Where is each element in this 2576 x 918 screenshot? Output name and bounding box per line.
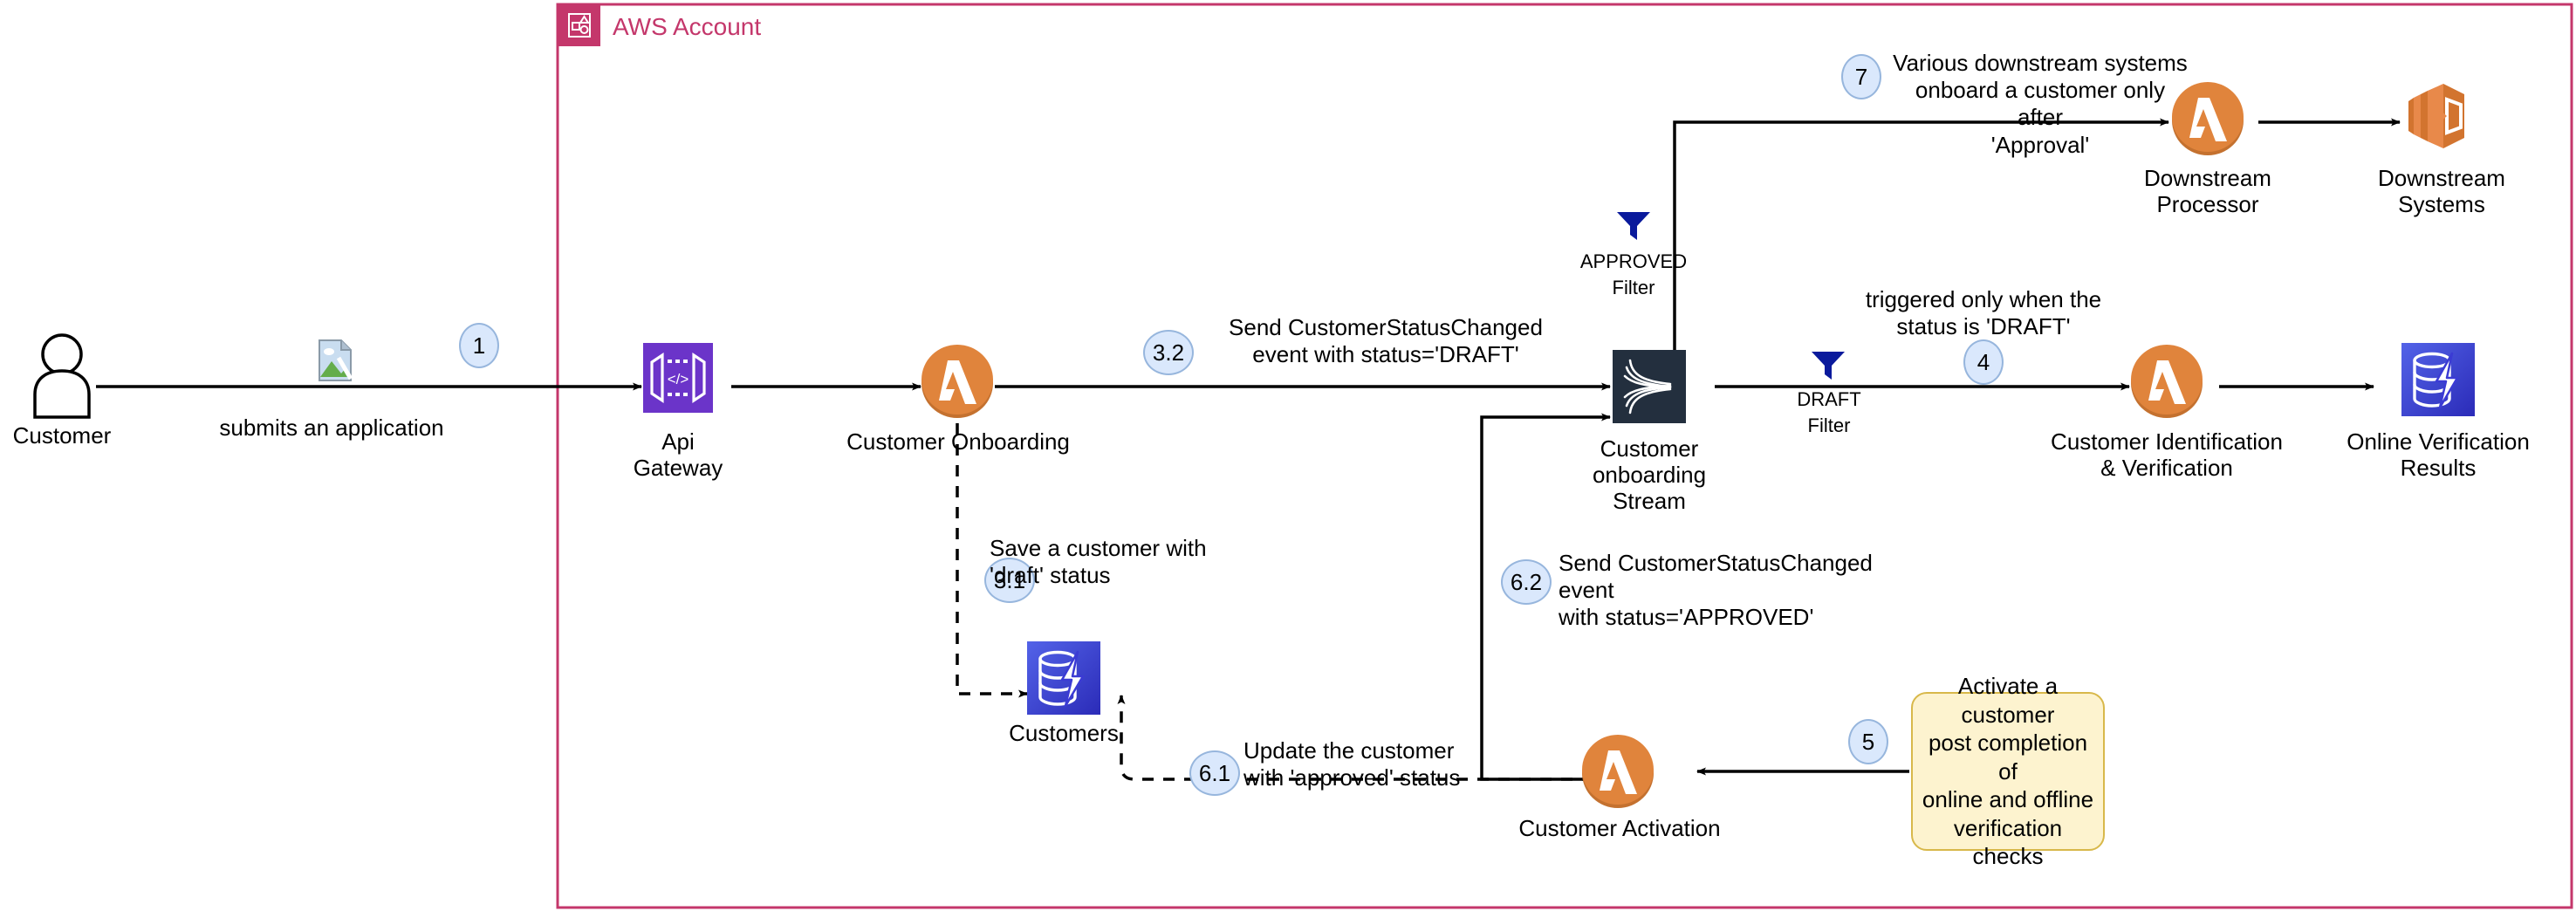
send-draft-event-label: Send CustomerStatusChanged event with st… — [1229, 314, 1543, 368]
aws-account-icon — [558, 4, 600, 46]
draft-filter-label: DRAFT Filter — [1797, 388, 1861, 436]
downstream-onboard-label: Various downstream systems onboard a cus… — [1893, 50, 2188, 158]
draft-trigger-label: triggered only when the status is 'DRAFT… — [1865, 286, 2102, 340]
customer-identification-label: Customer Identification & Verification — [2051, 428, 2283, 481]
step-badge-1: 1 — [459, 323, 499, 368]
funnel-filter-icon-draft — [1809, 349, 1847, 387]
api-gateway-icon: </> — [643, 343, 713, 417]
architecture-diagram-canvas: AWS Account Customer submits an applicat… — [0, 0, 2576, 918]
lambda-icon-customer-onboarding — [919, 343, 996, 424]
online-verification-results-label: Online Verification Results — [2346, 428, 2530, 481]
submits-application-label: submits an application — [219, 414, 444, 441]
downstream-systems-label: Downstream Systems — [2378, 165, 2505, 217]
step-badge-7: 7 — [1841, 54, 1881, 99]
aws-service-cube-icon — [2401, 80, 2482, 161]
dynamodb-icon-online-verification — [2401, 343, 2475, 421]
aws-account-title: AWS Account — [613, 13, 762, 40]
funnel-filter-icon-approved — [1614, 209, 1653, 247]
downstream-processor-label: Downstream Processor — [2144, 165, 2271, 217]
actor-person-icon — [26, 332, 98, 423]
lambda-icon-customer-activation — [1579, 733, 1656, 814]
lambda-icon-customer-identification — [2128, 343, 2205, 424]
customer-label: Customer — [12, 422, 112, 449]
approved-filter-label: APPROVED Filter — [1579, 250, 1688, 298]
step-badge-3-2: 3.2 — [1143, 330, 1194, 375]
onboarding-stream-label: Customer onboarding Stream — [1592, 435, 1707, 514]
dynamodb-icon-customers — [1027, 641, 1100, 719]
api-gateway-label: Api Gateway — [633, 428, 723, 481]
send-approved-event-label: Send CustomerStatusChanged event with st… — [1559, 550, 1873, 631]
customer-onboarding-label: Customer Onboarding — [846, 428, 1070, 455]
customers-label: Customers — [1009, 720, 1119, 746]
kinesis-stream-icon — [1613, 350, 1686, 428]
step-badge-4: 4 — [1963, 339, 2004, 385]
step-badge-6-1: 6.1 — [1189, 750, 1240, 796]
update-approved-label: Update the customer with 'approved' stat… — [1243, 737, 1461, 791]
activation-note: Activate a customer post completion of o… — [1911, 673, 2105, 869]
svg-text:</>: </> — [668, 371, 689, 387]
step-badge-5: 5 — [1848, 719, 1888, 764]
customer-activation-label: Customer Activation — [1518, 815, 1721, 841]
lambda-icon-downstream-processor — [2169, 80, 2246, 161]
broken-image-placeholder-icon — [318, 339, 353, 387]
save-draft-label: Save a customer with 'draft' status — [990, 535, 1207, 589]
